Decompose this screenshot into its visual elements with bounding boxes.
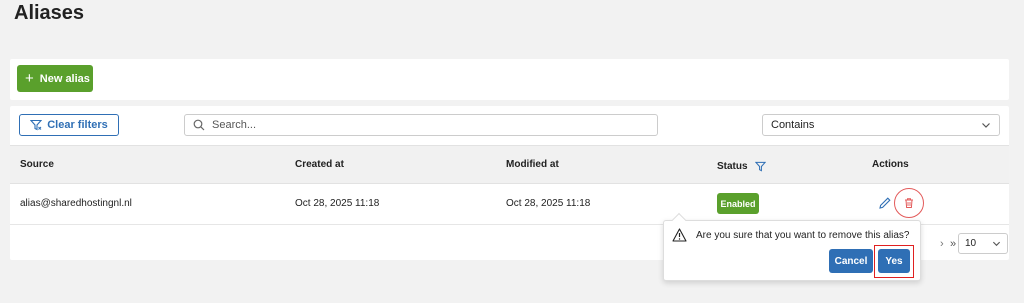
column-header-actions: Actions	[872, 159, 909, 170]
confirm-message: Are you sure that you want to remove thi…	[672, 228, 909, 242]
search-box	[184, 114, 658, 136]
cell-modified: Oct 28, 2025 11:18	[506, 198, 591, 209]
column-header-created[interactable]: Created at	[295, 159, 344, 170]
table-header: Source Created at Modified at Status Act…	[10, 145, 1009, 184]
trash-icon	[905, 198, 913, 208]
delete-button[interactable]	[894, 188, 924, 218]
chevron-down-icon	[992, 241, 1001, 247]
yes-button[interactable]: Yes	[878, 249, 910, 273]
search-input[interactable]	[212, 119, 632, 131]
cell-created: Oct 28, 2025 11:18	[295, 198, 380, 209]
confirm-popover: Are you sure that you want to remove thi…	[663, 212, 921, 281]
column-header-modified[interactable]: Modified at	[506, 159, 559, 170]
match-mode-select[interactable]: Contains	[762, 114, 1000, 136]
cell-source: alias@sharedhostingnl.nl	[20, 198, 132, 209]
page-title: Aliases	[14, 2, 85, 24]
page-size-value: 10	[965, 238, 977, 249]
page-size-select[interactable]: 10	[958, 233, 1008, 254]
toolbar-card: + New alias	[10, 59, 1009, 100]
next-page-button[interactable]: ›	[940, 238, 944, 250]
clear-filters-label: Clear filters	[47, 119, 108, 131]
pencil-icon[interactable]	[878, 196, 892, 210]
plus-icon: +	[25, 70, 34, 87]
new-alias-label: New alias	[39, 72, 90, 85]
chevron-down-icon	[982, 123, 990, 128]
table-row: alias@sharedhostingnl.nl Oct 28, 2025 11…	[10, 184, 1009, 225]
match-mode-value: Contains	[771, 119, 815, 131]
clear-filters-button[interactable]: Clear filters	[19, 114, 119, 136]
column-header-status[interactable]: Status	[717, 161, 766, 172]
last-page-button[interactable]: »	[950, 238, 956, 250]
column-header-source[interactable]: Source	[20, 159, 54, 170]
confirm-text: Are you sure that you want to remove thi…	[696, 229, 910, 241]
new-alias-button[interactable]: + New alias	[17, 65, 93, 92]
filter-clear-icon	[30, 119, 43, 131]
cancel-button[interactable]: Cancel	[829, 249, 873, 273]
status-badge: Enabled	[717, 193, 759, 214]
filter-icon[interactable]	[754, 161, 766, 172]
search-icon	[193, 119, 205, 131]
warning-icon	[672, 228, 687, 242]
